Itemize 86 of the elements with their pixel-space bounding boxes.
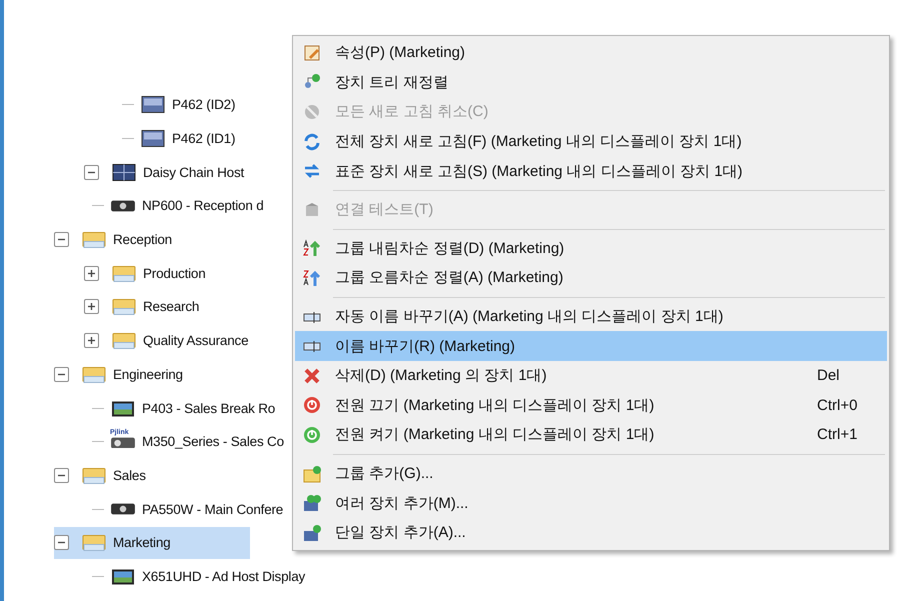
expand-icon[interactable]	[84, 333, 99, 348]
projector-icon	[110, 503, 136, 516]
display-icon	[110, 400, 136, 417]
tree-label: X651UHD - Ad Host Display	[142, 568, 306, 584]
monitor-icon	[140, 96, 166, 114]
menu-item[interactable]: 그룹 오름차순 정렬(A) (Marketing)	[295, 263, 887, 293]
tree-label: P403 - Sales Break Ro	[142, 400, 276, 416]
collapse-icon[interactable]	[54, 535, 69, 550]
tree-label: Marketing	[113, 535, 170, 550]
tree-row[interactable]: Marketing	[54, 526, 250, 559]
menu-item[interactable]: 삭제(D) (Marketing 의 장치 1대) Del	[295, 360, 887, 391]
tree-label: Quality Assurance	[143, 333, 248, 348]
menu-item[interactable]: 이름 바꾸기(R) (Marketing)	[295, 331, 887, 361]
folder-icon	[81, 366, 107, 383]
expand-icon[interactable]	[84, 266, 99, 281]
tree-label: Engineering	[113, 366, 183, 382]
tiled-monitor-icon	[111, 164, 137, 181]
tree-label: PA550W - Main Confere	[142, 502, 284, 517]
tree-label: NP600 - Reception d	[142, 198, 264, 214]
menu-label: 단일 장치 추가(A)...	[335, 523, 467, 542]
projector-icon	[110, 200, 136, 212]
menu-label: 전원 끄기 (Marketing 내의 디스플레이 장치 1대)	[335, 396, 656, 415]
menu-item[interactable]: 속성(P) (Marketing)	[295, 38, 887, 68]
menu-label: 전원 켜기 (Marketing 내의 디스플레이 장치 1대)	[335, 425, 656, 444]
shortcut-label: Ctrl+1	[817, 426, 858, 444]
menu-label: 표준 장치 새로 고침(S) (Marketing 내의 디스플레이 장치 1대)	[335, 162, 744, 181]
tree-row[interactable]: Production	[84, 257, 286, 290]
collapse-icon[interactable]	[54, 232, 69, 248]
sync-icon	[303, 162, 321, 180]
power-icon	[303, 426, 321, 444]
menu-item[interactable]: 전원 끄기 (Marketing 내의 디스플레이 장치 1대) Ctrl+0	[295, 390, 887, 420]
folder-icon	[111, 332, 137, 350]
menu-item[interactable]: 여러 장치 추가(M)...	[295, 488, 887, 518]
menu-label: 여러 장치 추가(M)...	[335, 494, 470, 513]
tree-row[interactable]: Research	[84, 290, 280, 323]
menu-label: 속성(P) (Marketing)	[335, 43, 466, 62]
menu-label: 연결 테스트(T)	[335, 200, 434, 220]
add-folder-icon	[303, 464, 321, 483]
tree-row[interactable]: Sales	[54, 459, 226, 492]
menu-label: 삭제(D) (Marketing 의 장치 1대)	[335, 366, 548, 386]
menu-item[interactable]: 그룹 내림차순 정렬(D) (Marketing)	[295, 234, 887, 264]
tree-label: Reception	[113, 232, 172, 248]
refresh-icon	[303, 132, 321, 151]
folder-icon	[81, 534, 107, 552]
shortcut-label: Ctrl+0	[817, 396, 858, 414]
collapse-icon[interactable]	[54, 468, 69, 483]
tree-label: Production	[143, 266, 206, 281]
menu-label: 그룹 오름차순 정렬(A) (Marketing)	[335, 268, 564, 288]
tree-row[interactable]: Engineering	[54, 358, 263, 390]
tree-row[interactable]: X651UHD - Ad Host Display	[84, 560, 386, 592]
menu-label: 모든 새로 고침 취소(C)	[335, 102, 490, 122]
tree-label: Sales	[113, 468, 146, 483]
folder-icon	[81, 466, 107, 484]
add-monitors-icon	[303, 494, 321, 512]
tree-label: P462 (ID2)	[172, 97, 236, 112]
menu-label: 이름 바꾸기(R) (Marketing)	[335, 336, 516, 356]
shortcut-label: Del	[817, 367, 841, 384]
menu-label: 그룹 추가(G)...	[335, 464, 434, 484]
collapse-icon[interactable]	[54, 366, 69, 382]
tree-label: Daisy Chain Host	[143, 164, 244, 180]
projector-icon	[110, 436, 136, 448]
sort-ascending-icon	[303, 268, 321, 287]
menu-item[interactable]: 그룹 추가(G)...	[295, 458, 887, 488]
folder-icon	[81, 231, 107, 248]
menu-label: 전체 장치 새로 고침(F) (Marketing 내의 디스플레이 장치 1대)	[335, 132, 743, 152]
monitor-icon	[140, 130, 166, 148]
cancel-icon	[303, 102, 321, 121]
tree-row[interactable]: Reception	[54, 224, 252, 256]
tree-label: M350_Series - Sales Co	[142, 434, 284, 450]
tree-label: P462 (ID1)	[172, 131, 236, 146]
collapse-icon[interactable]	[84, 164, 99, 180]
sort-descending-icon	[303, 239, 321, 258]
folder-icon	[111, 264, 137, 282]
expand-icon[interactable]	[84, 299, 99, 314]
menu-label: 자동 이름 바꾸기(A) (Marketing 내의 디스플레이 장치 1대)	[335, 307, 724, 326]
menu-item[interactable]: 전원 켜기 (Marketing 내의 디스플레이 장치 1대) Ctrl+1	[295, 420, 887, 450]
menu-label: 그룹 내림차순 정렬(D) (Marketing)	[335, 238, 566, 258]
menu-item[interactable]: 단일 장치 추가(A)...	[295, 518, 887, 548]
delete-icon	[303, 366, 321, 385]
tree-label: Research	[143, 299, 200, 314]
display-icon	[110, 568, 136, 585]
properties-icon	[303, 44, 321, 62]
menu-label: 장치 트리 재정렬	[335, 72, 450, 92]
power-icon	[303, 396, 321, 414]
add-monitor-icon	[303, 524, 321, 542]
folder-icon	[111, 298, 137, 316]
